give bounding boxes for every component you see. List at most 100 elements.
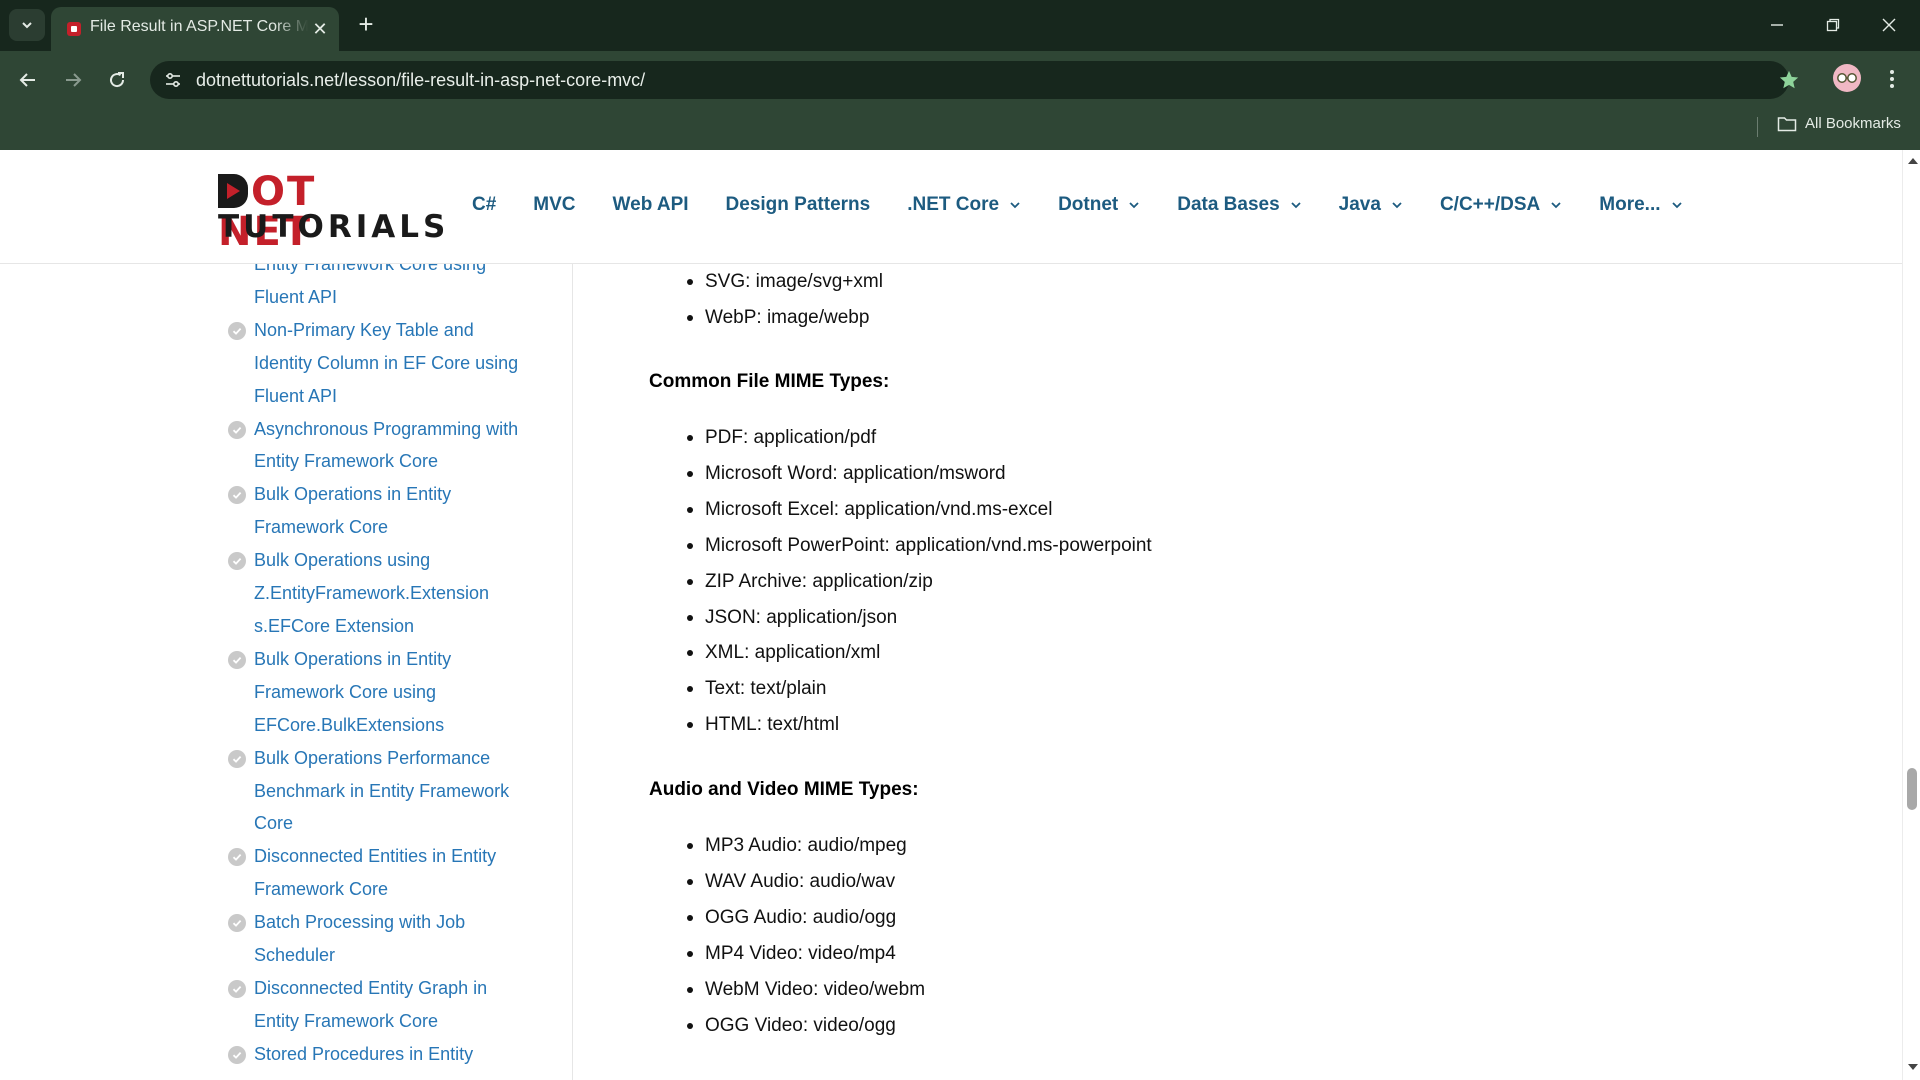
lesson-link[interactable]: Batch Processing with Job Scheduler (254, 906, 527, 972)
lesson-link[interactable]: Asynchronous Programming with Entity Fra… (254, 413, 527, 479)
audio-video-mime-list: MP3 Audio: audio/mpeg WAV Audio: audio/w… (649, 828, 925, 1043)
nav-item-more[interactable]: More... (1599, 194, 1682, 216)
scrollbar-thumb[interactable] (1907, 768, 1917, 810)
reload-icon (110, 72, 125, 88)
close-icon (1882, 18, 1896, 32)
nav-item-csharp[interactable]: C# (472, 194, 496, 216)
audio-video-mime-heading: Audio and Video MIME Types: (649, 779, 919, 800)
list-item: WebM Video: video/webm (649, 972, 925, 1008)
check-circle-icon (228, 848, 246, 867)
restore-button[interactable] (1810, 8, 1856, 42)
tab-search-button[interactable] (9, 9, 45, 41)
nav-item-net-core[interactable]: .NET Core (907, 194, 1021, 216)
lesson-item: Bulk Operations using Z.EntityFramework.… (227, 544, 527, 643)
list-item: Text: text/plain (649, 671, 1152, 707)
check-circle-icon (228, 552, 246, 571)
lesson-link[interactable]: Disconnected Entity Graph in Entity Fram… (254, 972, 527, 1038)
nav-item-web-api[interactable]: Web API (613, 194, 689, 216)
logo-play-icon (218, 174, 248, 208)
chevron-down-icon (1010, 202, 1020, 209)
profile-avatar[interactable] (1833, 64, 1861, 92)
nav-item-data-bases[interactable]: Data Bases (1177, 194, 1301, 216)
lesson-item: Disconnected Entities in Entity Framewor… (227, 840, 527, 906)
list-item: Microsoft PowerPoint: application/vnd.ms… (649, 528, 1152, 564)
page-scrollbar[interactable] (1902, 150, 1920, 1080)
logo-line2: TUTORIALS (218, 209, 450, 245)
reload-button[interactable] (101, 64, 133, 96)
arrow-left-icon (19, 73, 35, 87)
tab-close-icon[interactable]: ✕ (309, 18, 331, 40)
lesson-sidebar: Entity Framework Core using Fluent API N… (0, 264, 573, 1080)
check-circle-icon (228, 321, 246, 340)
check-circle-icon (228, 979, 246, 998)
browser-menu-button[interactable] (1880, 64, 1904, 94)
nav-item-dotnet[interactable]: Dotnet (1058, 194, 1140, 216)
list-item: SVG: image/svg+xml (649, 264, 883, 300)
lesson-item: Batch Processing with Job Scheduler (227, 906, 527, 972)
site-logo[interactable]: OT NET TUTORIALS (218, 172, 445, 252)
lesson-link[interactable]: Disconnected Entities in Entity Framewor… (254, 840, 527, 906)
address-bar[interactable]: dotnettutorials.net/lesson/file-result-i… (150, 61, 1799, 99)
folder-icon (1777, 116, 1797, 131)
list-item: XML: application/xml (649, 635, 1152, 671)
url-text[interactable]: dotnettutorials.net/lesson/file-result-i… (196, 70, 645, 91)
list-item: Microsoft Word: application/msword (649, 456, 1152, 492)
lesson-item: Bulk Operations Performance Benchmark in… (227, 742, 527, 841)
glasses-icon (1837, 73, 1857, 83)
minimize-button[interactable] (1754, 8, 1800, 42)
site-settings-icon[interactable] (162, 69, 184, 91)
browser-tab-strip: File Result in ASP.NET Core MVC ✕ + (0, 0, 1920, 51)
arrow-right-icon (66, 73, 82, 87)
lesson-item: Stored Procedures in Entity (227, 1038, 527, 1071)
lesson-link[interactable]: Bulk Operations in Entity Framework Core… (254, 643, 527, 742)
close-window-button[interactable] (1866, 8, 1912, 42)
list-item: PDF: application/pdf (649, 420, 1152, 456)
chevron-down-icon (1291, 202, 1301, 209)
lesson-link[interactable]: Non-Primary Key Table and Identity Colum… (254, 314, 527, 413)
back-button[interactable] (12, 64, 44, 96)
new-tab-button[interactable]: + (353, 9, 379, 41)
all-bookmarks-button[interactable]: All Bookmarks (1777, 115, 1901, 132)
site-header: OT NET TUTORIALS C# MVC Web API Design P… (0, 150, 1902, 264)
nav-item-design-patterns[interactable]: Design Patterns (726, 194, 871, 216)
lesson-item: Bulk Operations in Entity Framework Core… (227, 643, 527, 742)
chevron-down-icon (1392, 202, 1402, 209)
file-mime-heading: Common File MIME Types: (649, 371, 890, 392)
browser-tab-active[interactable]: File Result in ASP.NET Core MVC ✕ (51, 7, 339, 51)
lesson-link[interactable]: Entity Framework Core using Fluent API (254, 264, 527, 314)
lesson-link[interactable]: Bulk Operations Performance Benchmark in… (254, 742, 527, 841)
lesson-link[interactable]: Bulk Operations in Entity Framework Core (254, 478, 527, 544)
list-item: OGG Video: video/ogg (649, 1008, 925, 1044)
scroll-down-arrow-icon[interactable] (1908, 1064, 1918, 1070)
check-circle-icon (228, 650, 246, 669)
check-circle-icon (228, 749, 246, 768)
chevron-down-icon (22, 22, 32, 29)
restore-icon (1826, 18, 1840, 32)
check-circle-icon (228, 420, 246, 439)
chevron-down-icon (1551, 202, 1561, 209)
lesson-item: Bulk Operations in Entity Framework Core (227, 478, 527, 544)
bookmark-star-icon[interactable] (1776, 67, 1802, 93)
image-mime-list: SVG: image/svg+xml WebP: image/webp (649, 264, 883, 336)
scroll-up-arrow-icon[interactable] (1908, 158, 1918, 164)
check-circle-icon (228, 1045, 246, 1064)
browser-toolbar: dotnettutorials.net/lesson/file-result-i… (0, 51, 1920, 150)
lesson-item: Entity Framework Core using Fluent API (227, 264, 527, 314)
minimize-icon (1771, 24, 1783, 26)
main-navigation: C# MVC Web API Design Patterns .NET Core… (472, 194, 1720, 216)
more-vertical-icon (1890, 70, 1894, 88)
nav-item-c-cpp-dsa[interactable]: C/C++/DSA (1440, 194, 1562, 216)
list-item: OGG Audio: audio/ogg (649, 900, 925, 936)
list-item: Microsoft Excel: application/vnd.ms-exce… (649, 492, 1152, 528)
list-item: WebP: image/webp (649, 300, 883, 336)
list-item: JSON: application/json (649, 600, 1152, 636)
lesson-list: Entity Framework Core using Fluent API N… (227, 264, 527, 1071)
lesson-link[interactable]: Stored Procedures in Entity (254, 1038, 527, 1071)
list-item: HTML: text/html (649, 707, 1152, 743)
nav-item-java[interactable]: Java (1339, 194, 1403, 216)
lesson-item: Disconnected Entity Graph in Entity Fram… (227, 972, 527, 1038)
check-circle-icon (228, 914, 246, 933)
forward-button[interactable] (57, 64, 89, 96)
nav-item-mvc[interactable]: MVC (533, 194, 575, 216)
lesson-link[interactable]: Bulk Operations using Z.EntityFramework.… (254, 544, 527, 643)
